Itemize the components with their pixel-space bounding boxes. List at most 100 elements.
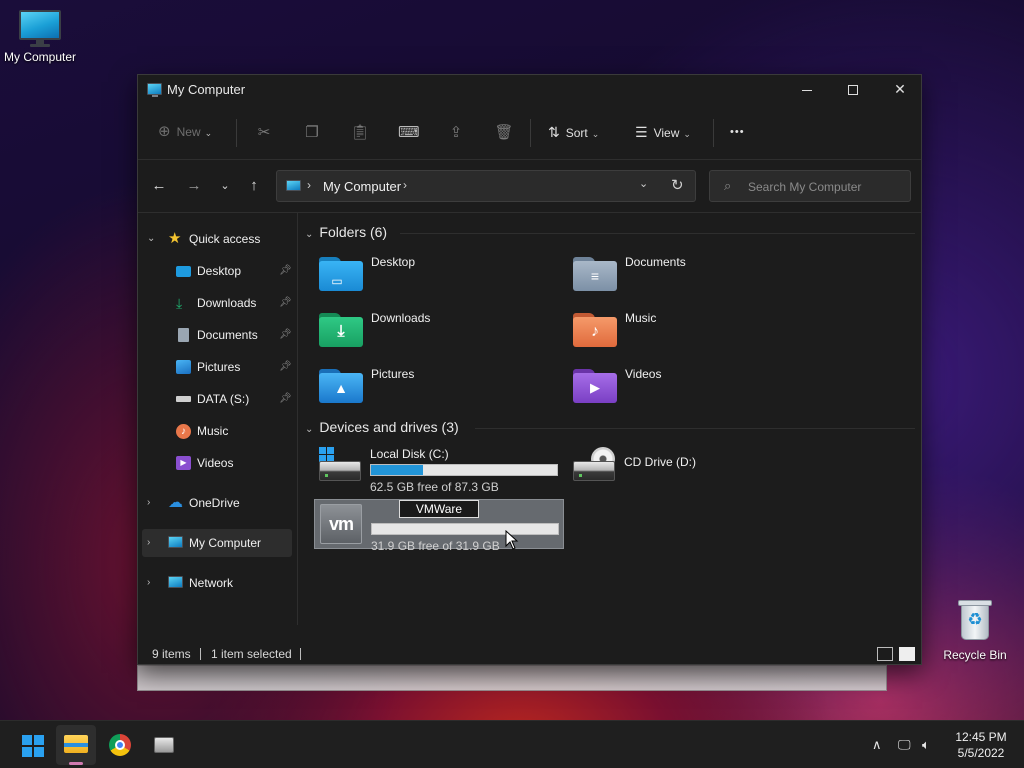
network-icon: [168, 576, 183, 588]
expand-chevron-icon[interactable]: ›: [147, 569, 150, 597]
drive-vmware[interactable]: vm 31.9 GB free of 31.9 GB: [314, 499, 564, 553]
group-divider: [475, 428, 915, 429]
breadcrumb-my-computer[interactable]: My Computer: [323, 179, 401, 194]
music-icon: ♪: [176, 424, 191, 439]
star-icon: ★: [168, 230, 182, 247]
taskbar-file-explorer[interactable]: [56, 725, 96, 765]
drive-local-disk-c[interactable]: Local Disk (C:) 62.5 GB free of 87.3 GB: [314, 441, 564, 494]
sidebar-item-onedrive[interactable]: › ☁ OneDrive: [142, 489, 292, 517]
downloads-folder-icon: ⤓: [319, 311, 363, 347]
desktop-icon-recycle-bin[interactable]: ♻ Recycle Bin: [935, 598, 1015, 662]
drive-label: CD Drive (D:): [624, 455, 696, 469]
folder-label: Documents: [625, 255, 686, 269]
folder-pictures[interactable]: ▲ Pictures: [319, 367, 559, 413]
search-box[interactable]: ⌕: [709, 170, 911, 202]
folder-music[interactable]: ♪ Music: [573, 311, 813, 357]
drive-free-space: 31.9 GB free of 31.9 GB: [371, 539, 500, 553]
pin-icon: 📌︎: [279, 393, 292, 404]
search-icon: ⌕: [724, 178, 732, 193]
taskbar-app[interactable]: [144, 725, 184, 765]
share-icon[interactable]: ⇪: [446, 123, 466, 143]
sidebar-label: My Computer: [189, 536, 262, 550]
music-folder-icon: ♪: [573, 311, 617, 347]
sidebar-label: DATA (S:): [197, 392, 250, 406]
folder-desktop[interactable]: ▭ Desktop: [319, 255, 559, 301]
folders-heading: Folders (6): [319, 224, 388, 240]
folder-documents[interactable]: ≡ Documents: [573, 255, 813, 301]
paste-icon[interactable]: 📋︎: [350, 123, 370, 143]
expand-chevron-icon[interactable]: ›: [147, 489, 150, 517]
minimize-button[interactable]: [784, 75, 830, 105]
details-view-button[interactable]: [877, 647, 893, 661]
sidebar-item-documents[interactable]: Documents 📌︎: [142, 321, 292, 349]
sidebar-item-desktop[interactable]: Desktop 📌︎: [142, 257, 292, 285]
sidebar-item-my-computer[interactable]: › My Computer: [142, 529, 292, 557]
toolbar-divider: [530, 119, 531, 147]
drive-usage-fill: [371, 465, 424, 475]
view-button[interactable]: ☰ View ⌄: [635, 119, 691, 145]
network-tray-icon[interactable]: 🖵︎: [898, 721, 911, 768]
documents-folder-icon: ≡: [573, 255, 617, 291]
collapse-chevron-icon: ⌄: [305, 229, 314, 240]
expand-chevron-icon[interactable]: ›: [147, 529, 150, 557]
volume-icon[interactable]: 🔈︎: [922, 721, 930, 768]
maximize-button[interactable]: [830, 75, 876, 105]
rename-icon[interactable]: ⌨︎: [398, 123, 420, 143]
forward-button[interactable]: →: [182, 175, 206, 197]
drives-group-header[interactable]: ⌄ Devices and drives (3): [305, 419, 459, 435]
title-bar[interactable]: My Computer ✕: [138, 75, 921, 105]
cut-icon[interactable]: ✂: [254, 123, 274, 143]
sidebar-item-quick-access[interactable]: ⌄ ★ Quick access: [142, 225, 292, 253]
search-input[interactable]: [748, 177, 898, 197]
copy-icon[interactable]: ❐: [302, 123, 322, 143]
group-divider: [400, 233, 915, 234]
refresh-icon[interactable]: ↻: [671, 176, 684, 194]
address-history-dropdown[interactable]: ⌄: [639, 177, 648, 190]
delete-icon[interactable]: 🗑︎: [494, 123, 514, 143]
taskbar-chrome[interactable]: [100, 725, 140, 765]
collapse-chevron-icon: ⌄: [305, 424, 314, 435]
videos-folder-icon: ▶: [573, 367, 617, 403]
navigation-pane-border: [297, 213, 298, 625]
system-clock[interactable]: 12:45 PM 5/5/2022: [946, 729, 1016, 761]
view-label: View: [653, 126, 680, 140]
show-hidden-icons-button[interactable]: ∧: [872, 721, 882, 768]
sidebar-item-network[interactable]: › Network: [142, 569, 292, 597]
collapse-chevron-icon[interactable]: ⌄: [147, 225, 155, 253]
desktop-icon: [176, 266, 191, 277]
drive-free-space: 62.5 GB free of 87.3 GB: [370, 480, 499, 494]
start-button[interactable]: [12, 725, 52, 765]
new-button[interactable]: ⊕ New ⌄: [158, 119, 212, 145]
pin-icon: 📌︎: [279, 297, 292, 308]
sort-button[interactable]: ⇅ Sort ⌄: [548, 119, 599, 145]
sidebar-item-downloads[interactable]: ⤓ Downloads 📌︎: [142, 289, 292, 317]
computer-icon: [286, 180, 301, 191]
file-explorer-icon: [64, 735, 88, 753]
rename-input[interactable]: [399, 500, 479, 518]
folder-downloads[interactable]: ⤓ Downloads: [319, 311, 559, 357]
back-button[interactable]: ←: [147, 175, 171, 197]
up-button[interactable]: ↑: [242, 175, 266, 197]
drive-cd-d[interactable]: CD Drive (D:): [568, 441, 818, 491]
recent-locations-button[interactable]: ⌄: [213, 175, 237, 197]
clock-date: 5/5/2022: [957, 746, 1005, 760]
desktop-icon-my-computer[interactable]: My Computer: [0, 10, 80, 64]
navigation-pane: ⌄ ★ Quick access Desktop 📌︎ ⤓ Downloads …: [138, 213, 297, 625]
sidebar-item-videos[interactable]: ▶ Videos: [142, 449, 292, 477]
folders-group-header[interactable]: ⌄ Folders (6): [305, 224, 387, 240]
address-bar[interactable]: › My Computer › ⌄ ↻: [276, 170, 696, 202]
explorer-window: My Computer ✕ ⊕ New ⌄ ✂ ❐ 📋︎ ⌨︎ ⇪ 🗑︎ ⇅ Sort…: [137, 74, 922, 665]
chevron-down-icon: ⌄: [204, 128, 213, 138]
breadcrumb-separator-icon: ›: [307, 178, 311, 192]
folder-label: Videos: [625, 367, 662, 381]
folder-videos[interactable]: ▶ Videos: [573, 367, 813, 413]
large-icons-view-button[interactable]: [899, 647, 915, 661]
sidebar-item-data-drive[interactable]: DATA (S:) 📌︎: [142, 385, 292, 413]
desktop-icon-label: Recycle Bin: [943, 648, 1007, 662]
close-button[interactable]: ✕: [877, 75, 923, 105]
pin-icon: 📌︎: [279, 329, 292, 340]
folder-label: Music: [625, 311, 657, 325]
sidebar-item-pictures[interactable]: Pictures 📌︎: [142, 353, 292, 381]
sidebar-item-music[interactable]: ♪ Music: [142, 417, 292, 445]
more-options-button[interactable]: •••: [730, 119, 745, 145]
